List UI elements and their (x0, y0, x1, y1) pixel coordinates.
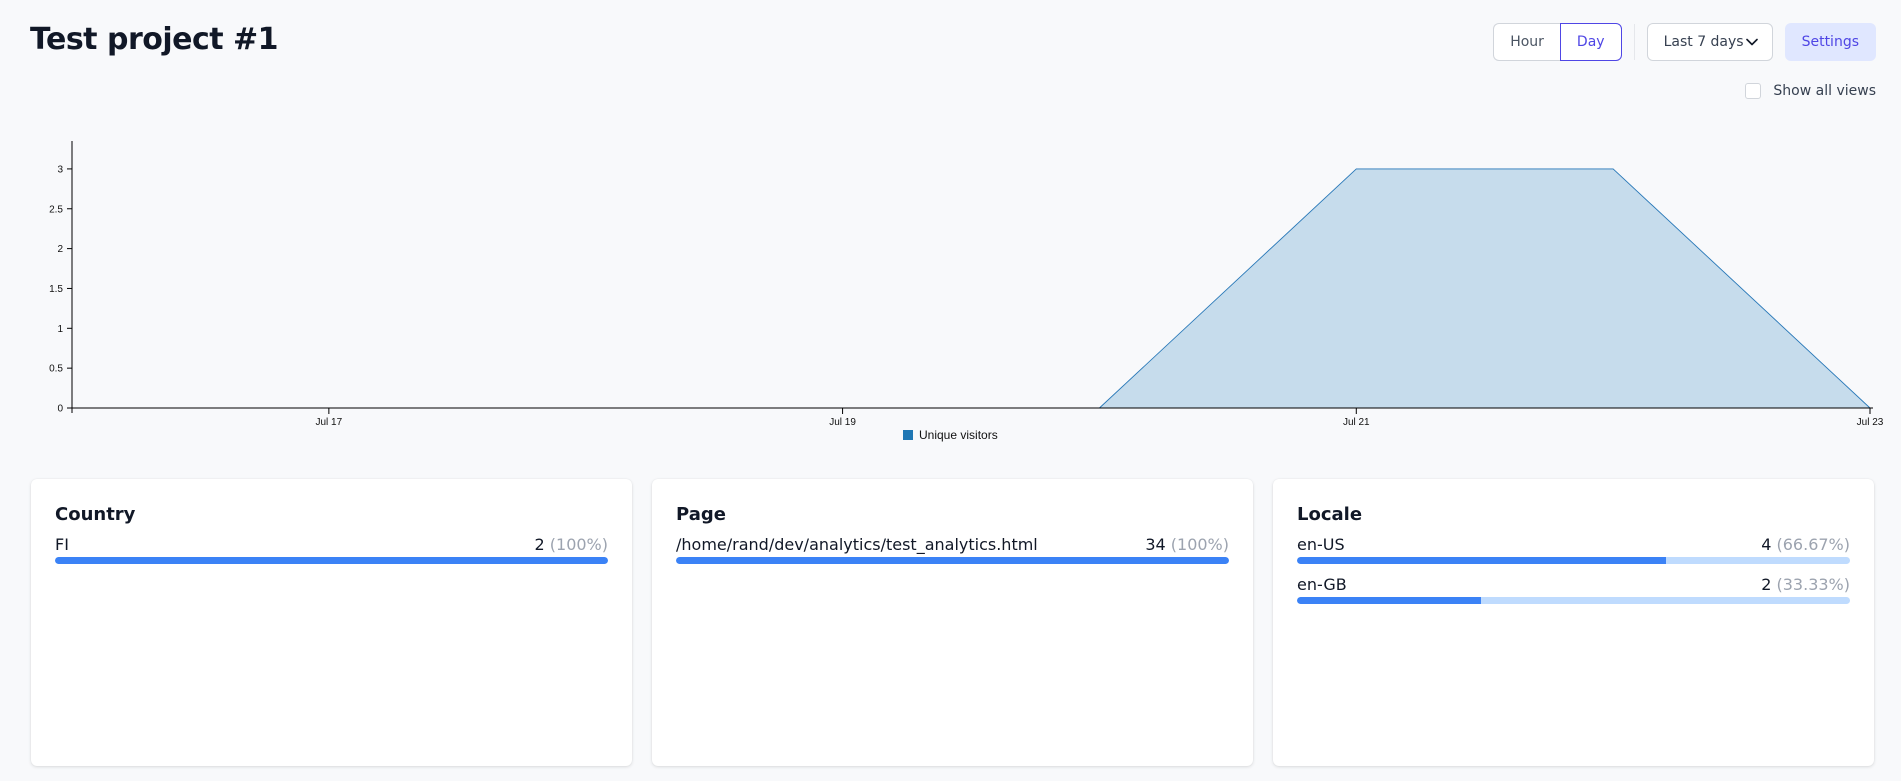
interval-day-button[interactable]: Day (1559, 23, 1622, 61)
row-label: /home/rand/dev/analytics/test_analytics.… (676, 535, 1038, 554)
locale-card: Locale en-US 4 (66.67%) en-GB 2 (33.33%) (1273, 479, 1874, 766)
card-title: Country (55, 504, 136, 525)
row-count: 2 (534, 535, 545, 554)
row-label: FI (55, 535, 69, 554)
row-percent: (100%) (549, 535, 608, 554)
show-all-views-label: Show all views (1773, 83, 1876, 99)
y-tick-label: 2.5 (49, 204, 63, 215)
y-tick-label: 1 (57, 324, 63, 335)
y-tick-label: 2 (57, 244, 63, 255)
progress-bar (1297, 597, 1850, 604)
card-title: Locale (1297, 504, 1363, 525)
show-all-views-toggle: Show all views (1745, 83, 1876, 99)
interval-toggle: Hour Day (1493, 23, 1622, 61)
row-percent: (100%) (1170, 535, 1229, 554)
series-area (72, 168, 1870, 408)
row-count: 4 (1761, 535, 1772, 554)
chevron-down-icon (1745, 38, 1758, 46)
date-range-value: Last 7 days (1663, 34, 1744, 50)
visitors-chart: 0 0.5 1 1.5 2 2.5 3 Jul 17 Jul 19 Jul 21 Jul 23 Uni… (49, 141, 1884, 442)
row-label: en-US (1297, 535, 1345, 554)
breakdown-cards: Country FI 2 (100%) Page /home/rand/dev/… (31, 479, 1874, 766)
progress-bar (1297, 557, 1850, 564)
row-percent: (33.33%) (1776, 575, 1851, 594)
progress-bar (676, 557, 1229, 564)
progress-fill (1297, 557, 1666, 564)
country-card: Country FI 2 (100%) (31, 479, 632, 766)
progress-bar (55, 557, 608, 564)
list-item: en-GB 2 (33.33%) (1297, 575, 1850, 604)
divider (1633, 24, 1635, 60)
page-title: Test project #1 (30, 22, 279, 57)
page-card: Page /home/rand/dev/analytics/test_analy… (652, 479, 1253, 766)
progress-fill (55, 557, 608, 564)
y-tick-label: 3 (57, 164, 63, 175)
progress-fill (1297, 597, 1482, 604)
date-range-select[interactable]: Last 7 days (1646, 23, 1773, 61)
interval-hour-button[interactable]: Hour (1493, 23, 1560, 61)
row-label: en-GB (1297, 575, 1347, 594)
header-controls: Hour Day Last 7 days Settings (1493, 23, 1876, 61)
x-tick-label: Jul 21 (1343, 417, 1370, 428)
y-tick-label: 0.5 (49, 364, 63, 375)
y-tick-label: 1.5 (49, 284, 63, 295)
list-item: FI 2 (100%) (55, 535, 608, 564)
legend-label: Unique visitors (919, 428, 998, 442)
x-tick-label: Jul 19 (829, 417, 856, 428)
card-title: Page (676, 504, 726, 525)
list-item: en-US 4 (66.67%) (1297, 535, 1850, 564)
row-count: 2 (1761, 575, 1772, 594)
x-tick-label: Jul 23 (1857, 417, 1884, 428)
row-count: 34 (1145, 535, 1166, 554)
row-percent: (66.67%) (1776, 535, 1851, 554)
progress-fill (676, 557, 1229, 564)
settings-button[interactable]: Settings (1784, 23, 1876, 61)
y-tick-label: 0 (57, 404, 63, 415)
list-item: /home/rand/dev/analytics/test_analytics.… (676, 535, 1229, 564)
legend-swatch (903, 430, 913, 440)
show-all-views-checkbox[interactable] (1745, 83, 1762, 99)
x-tick-label: Jul 17 (316, 417, 343, 428)
